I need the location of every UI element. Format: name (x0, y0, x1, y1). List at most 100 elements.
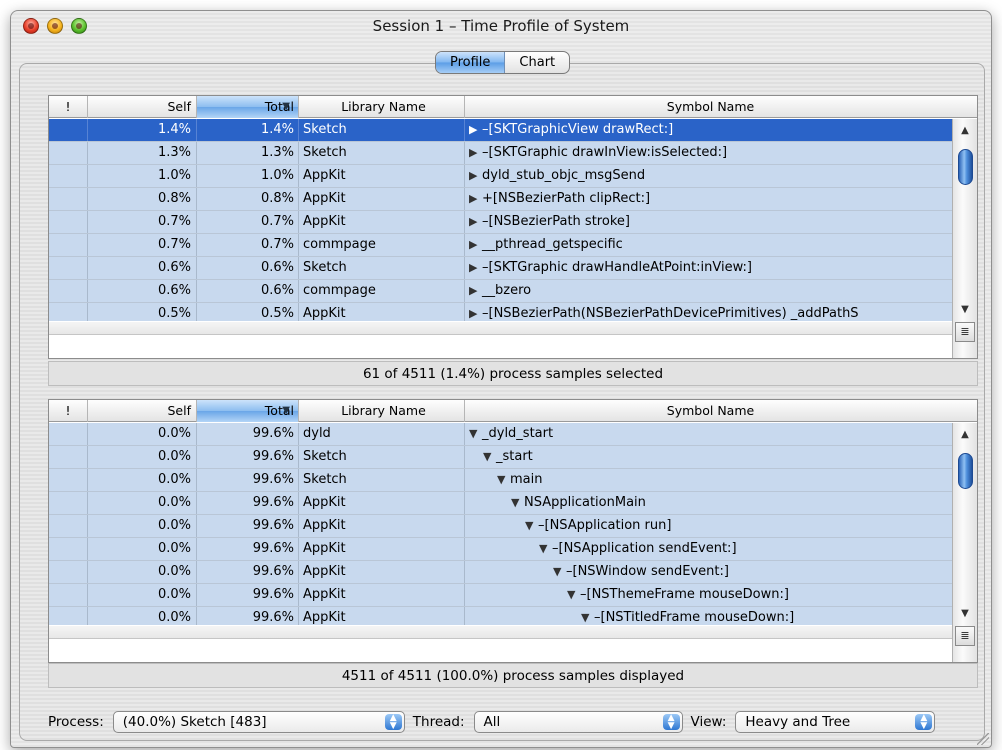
disclosure-collapsed-icon[interactable]: ▶ (469, 119, 482, 141)
cell-self: 0.8% (88, 188, 197, 210)
disclosure-collapsed-icon[interactable]: ▶ (469, 142, 482, 164)
disclosure-expanded-icon[interactable]: ▼ (511, 492, 524, 514)
cell-total: 99.6% (197, 515, 299, 537)
scroll-up-arrow-icon[interactable]: ▲ (953, 123, 977, 139)
cell-symbol: ▶ __pthread_getspecific (465, 234, 952, 256)
disclosure-expanded-icon[interactable]: ▼ (469, 423, 482, 445)
cell-excl (49, 446, 88, 468)
column-header-library[interactable]: Library Name (299, 400, 465, 422)
table-row[interactable]: 0.0% 99.6% Sketch ▼ _start (49, 446, 977, 469)
sort-descending-icon: ▼ (282, 101, 290, 112)
resize-grip-icon[interactable] (977, 733, 989, 745)
scroll-down-arrow-icon[interactable]: ▼ (953, 302, 977, 318)
column-header-symbol[interactable]: Symbol Name (465, 400, 952, 422)
column-header-excl[interactable]: ! (49, 96, 88, 118)
cell-library: AppKit (299, 492, 465, 514)
disclosure-collapsed-icon[interactable]: ▶ (469, 234, 482, 256)
tab-profile[interactable]: Profile (436, 52, 506, 73)
horizontal-scrollbar[interactable] (49, 626, 952, 639)
cell-excl (49, 515, 88, 537)
table-row[interactable]: 1.3% 1.3% Sketch ▶ –[SKTGraphic drawInView:i… (49, 142, 977, 165)
view-popup-value: Heavy and Tree (745, 714, 851, 730)
table-row[interactable]: 0.0% 99.6% dyld ▼ _dyld_start (49, 423, 977, 446)
disclosure-collapsed-icon[interactable]: ▶ (469, 257, 482, 279)
zoom-window-icon[interactable] (71, 18, 87, 34)
scroll-thumb[interactable] (958, 453, 973, 489)
disclosure-collapsed-icon[interactable]: ▶ (469, 165, 482, 187)
disclosure-expanded-icon[interactable]: ▼ (483, 446, 496, 468)
disclosure-expanded-icon[interactable]: ▼ (581, 607, 594, 625)
view-tabs: Profile Chart (435, 51, 571, 74)
cell-excl (49, 538, 88, 560)
table-row[interactable]: 0.6% 0.6% Sketch ▶ –[SKTGraphic drawHandleAt… (49, 257, 977, 280)
title-bar[interactable]: Session 1 – Time Profile of System (11, 11, 991, 41)
table-row[interactable]: 0.0% 99.6% AppKit ▼ –[NSTitledFrame mouseDow… (49, 607, 977, 625)
cell-library: Sketch (299, 446, 465, 468)
table-row[interactable]: 0.0% 99.6% AppKit ▼ –[NSApplication sendEven… (49, 538, 977, 561)
table-row[interactable]: 0.8% 0.8% AppKit ▶ +[NSBezierPath clipRect:] (49, 188, 977, 211)
cell-self: 0.0% (88, 446, 197, 468)
filter-bar: Process: (40.0%) Sketch [483] ▲ ▼ Thread:… (48, 709, 978, 735)
cell-total: 99.6% (197, 492, 299, 514)
cell-total: 1.4% (197, 119, 299, 141)
table-row[interactable]: 0.0% 99.6% Sketch ▼ main (49, 469, 977, 492)
thread-popup-value: All (483, 714, 501, 730)
scroll-thumb[interactable] (958, 149, 973, 185)
table-row[interactable]: 1.4% 1.4% Sketch ▶ –[SKTGraphicView drawRect… (49, 119, 977, 142)
table-row[interactable]: 0.0% 99.6% AppKit ▼ –[NSWindow sendEvent:] (49, 561, 977, 584)
cell-self: 0.7% (88, 234, 197, 256)
process-label: Process: (48, 714, 104, 730)
disclosure-collapsed-icon[interactable]: ▶ (469, 188, 482, 210)
column-header-self[interactable]: Self (88, 96, 197, 118)
column-header-self[interactable]: Self (88, 400, 197, 422)
disclosure-expanded-icon[interactable]: ▼ (497, 469, 510, 491)
table-header: ! Self Total ▼ Library Name Symbol Name (49, 96, 977, 118)
close-window-icon[interactable] (23, 18, 39, 34)
cell-library: dyld (299, 423, 465, 445)
disclosure-expanded-icon[interactable]: ▼ (553, 561, 566, 583)
disclosure-collapsed-icon[interactable]: ▶ (469, 303, 482, 321)
table-row[interactable]: 0.0% 99.6% AppKit ▼ –[NSThemeFrame mouseDown… (49, 584, 977, 607)
thread-popup[interactable]: All ▲ ▼ (473, 711, 683, 733)
symbol-name: NSApplicationMain (524, 495, 646, 510)
table-row[interactable]: 1.0% 1.0% AppKit ▶ dyld_stub_objc_msgSend (49, 165, 977, 188)
displayed-samples-status: 4511 of 4511 (100.0%) process samples di… (48, 663, 978, 688)
column-header-symbol[interactable]: Symbol Name (465, 96, 952, 118)
tab-chart[interactable]: Chart (505, 52, 569, 73)
vertical-scrollbar[interactable]: ▲ ▼ ≣ (952, 423, 977, 662)
disclosure-collapsed-icon[interactable]: ▶ (469, 280, 482, 302)
view-popup[interactable]: Heavy and Tree ▲ ▼ (735, 711, 936, 733)
table-row[interactable]: 0.6% 0.6% commpage ▶ __bzero (49, 280, 977, 303)
column-header-total[interactable]: Total ▼ (197, 400, 299, 422)
table-row[interactable]: 0.7% 0.7% commpage ▶ __pthread_getspecific (49, 234, 977, 257)
table-row[interactable]: 0.7% 0.7% AppKit ▶ –[NSBezierPath stroke] (49, 211, 977, 234)
cell-symbol: ▶ +[NSBezierPath clipRect:] (465, 188, 952, 210)
thread-label: Thread: (412, 714, 465, 730)
minimize-window-icon[interactable] (47, 18, 63, 34)
profiler-window: Session 1 – Time Profile of System Profi… (10, 10, 992, 748)
disclosure-expanded-icon[interactable]: ▼ (567, 584, 580, 606)
cell-self: 0.0% (88, 469, 197, 491)
table-row[interactable]: 0.0% 99.6% AppKit ▼ –[NSApplication run] (49, 515, 977, 538)
vertical-scrollbar[interactable]: ▲ ▼ ≣ (952, 119, 977, 358)
table-header: ! Self Total ▼ Library Name Symbol Name (49, 400, 977, 422)
cell-self: 0.7% (88, 211, 197, 233)
cell-total: 99.6% (197, 607, 299, 625)
scroll-up-arrow-icon[interactable]: ▲ (953, 427, 977, 443)
column-header-library[interactable]: Library Name (299, 96, 465, 118)
horizontal-scrollbar[interactable] (49, 322, 952, 335)
column-header-total[interactable]: Total ▼ (197, 96, 299, 118)
cell-symbol: ▼ _dyld_start (465, 423, 952, 445)
scroll-down-arrow-icon[interactable]: ▼ (953, 606, 977, 622)
disclosure-expanded-icon[interactable]: ▼ (525, 515, 538, 537)
column-header-excl[interactable]: ! (49, 400, 88, 422)
column-chooser-icon[interactable]: ≣ (955, 626, 975, 646)
table-row[interactable]: 0.0% 99.6% AppKit ▼ NSApplicationMain (49, 492, 977, 515)
process-popup[interactable]: (40.0%) Sketch [483] ▲ ▼ (112, 711, 405, 733)
disclosure-expanded-icon[interactable]: ▼ (539, 538, 552, 560)
column-chooser-icon[interactable]: ≣ (955, 322, 975, 342)
disclosure-collapsed-icon[interactable]: ▶ (469, 211, 482, 233)
table-row[interactable]: 0.5% 0.5% AppKit ▶ –[NSBezierPath(NSBezierPa… (49, 303, 977, 321)
cell-total: 0.7% (197, 234, 299, 256)
cell-library: commpage (299, 234, 465, 256)
